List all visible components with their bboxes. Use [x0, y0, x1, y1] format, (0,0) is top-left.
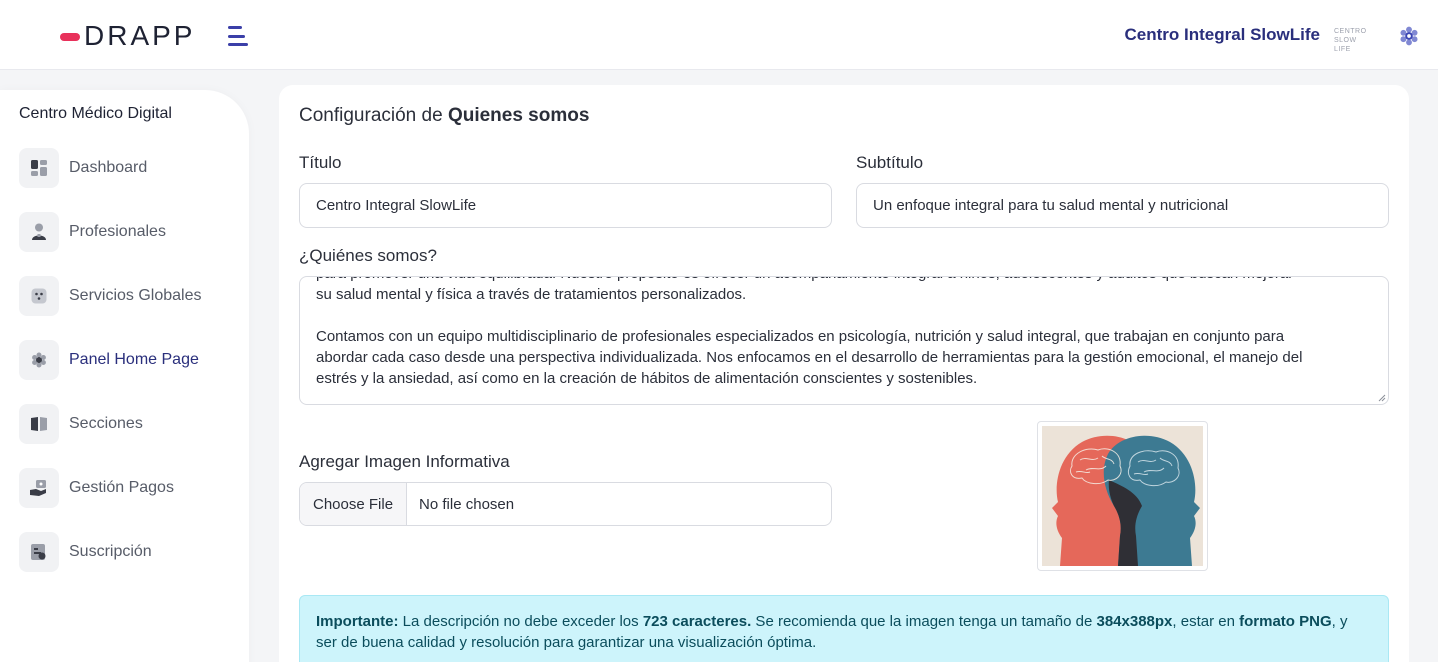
- sidebar-item-servicios-globales[interactable]: Servicios Globales: [19, 275, 239, 317]
- textarea-line: estrés y la ansiedad, así como en la cre…: [316, 370, 978, 387]
- two-heads-image: [1042, 426, 1203, 566]
- alert-bold: formato PNG: [1239, 613, 1332, 630]
- top-bar: DRAPP Centro Integral SlowLife CENTRO SL…: [0, 0, 1438, 70]
- quienes-somos-textarea[interactable]: para promover una vida equilibrada. Nues…: [299, 276, 1389, 405]
- services-icon: [19, 276, 59, 316]
- brand-name: Centro Integral SlowLife: [1124, 25, 1320, 44]
- gear-icon: [19, 340, 59, 380]
- sidebar: Centro Médico Digital Dashboard Profesio…: [0, 90, 249, 662]
- subtitulo-label: Subtítulo: [856, 153, 924, 172]
- sidebar-item-label: Dashboard: [69, 159, 148, 176]
- titulo-input[interactable]: [299, 183, 832, 228]
- user-icon: [19, 212, 59, 252]
- titulo-label: Título: [299, 153, 342, 172]
- alert-bold: 384x388px: [1096, 613, 1173, 630]
- app-logo[interactable]: DRAPP: [60, 20, 195, 52]
- image-preview: [1037, 421, 1208, 571]
- textarea-line: para promover una vida equilibrada. Nues…: [316, 277, 1372, 284]
- important-alert: Importante: La descripción no debe exced…: [299, 595, 1389, 662]
- logo-mark: [60, 33, 80, 41]
- sidebar-title: Centro Médico Digital: [19, 105, 172, 122]
- config-card: Configuración de Quienes somos Título Su…: [279, 85, 1409, 662]
- page-title-bold: Quienes somos: [447, 105, 590, 126]
- alert-text: Se recomienda que la imagen tenga un tam…: [751, 613, 1097, 630]
- subscription-icon: [19, 532, 59, 572]
- sidebar-item-panel-home-page[interactable]: Panel Home Page: [19, 339, 239, 381]
- sidebar-item-dashboard[interactable]: Dashboard: [19, 147, 239, 189]
- sidebar-item-profesionales[interactable]: Profesionales: [19, 211, 239, 253]
- gear-icon[interactable]: [1398, 25, 1420, 47]
- textarea-line: abordar cada caso desde una perspectiva …: [316, 349, 1303, 366]
- sidebar-item-suscripcion[interactable]: Suscripción: [19, 531, 239, 573]
- sidebar-item-label: Suscripción: [69, 543, 152, 560]
- sidebar-item-label: Profesionales: [69, 223, 166, 240]
- sidebar-item-gestion-pagos[interactable]: Gestión Pagos: [19, 467, 239, 509]
- brand-mini-logo: CENTRO SLOW LIFE: [1334, 28, 1367, 53]
- alert-bold: 723 caracteres.: [642, 613, 752, 630]
- textarea-line: [316, 305, 1372, 326]
- page-title-prefix: Configuración de: [299, 105, 448, 126]
- imagen-label: Agregar Imagen Informativa: [299, 452, 510, 471]
- alert-text: , estar en: [1172, 613, 1240, 630]
- sidebar-item-secciones[interactable]: Secciones: [19, 403, 239, 445]
- subtitulo-input[interactable]: [856, 183, 1389, 228]
- file-status: No file chosen: [419, 495, 515, 513]
- resize-grip-icon[interactable]: [1378, 394, 1386, 402]
- page-title: Configuración de Quienes somos: [299, 105, 589, 127]
- logo-text: DRAPP: [84, 20, 196, 51]
- alert-prefix: Importante:: [316, 613, 399, 630]
- dashboard-icon: [19, 148, 59, 188]
- textarea-line: su salud mental y física a través de tra…: [316, 286, 747, 303]
- sidebar-item-label: Secciones: [69, 415, 143, 432]
- payment-icon: [19, 468, 59, 508]
- textarea-line: Contamos con un equipo multidisciplinari…: [316, 328, 1285, 345]
- image-file-input[interactable]: Choose File No file chosen: [299, 482, 832, 526]
- menu-toggle-icon[interactable]: [228, 26, 248, 46]
- choose-file-button[interactable]: Choose File: [300, 483, 408, 525]
- sidebar-item-label: Panel Home Page: [69, 351, 199, 368]
- alert-text: La descripción no debe exceder los: [398, 613, 643, 630]
- book-icon: [19, 404, 59, 444]
- sidebar-item-label: Gestión Pagos: [69, 479, 174, 496]
- quienes-somos-label: ¿Quiénes somos?: [299, 246, 437, 265]
- sidebar-item-label: Servicios Globales: [69, 287, 202, 304]
